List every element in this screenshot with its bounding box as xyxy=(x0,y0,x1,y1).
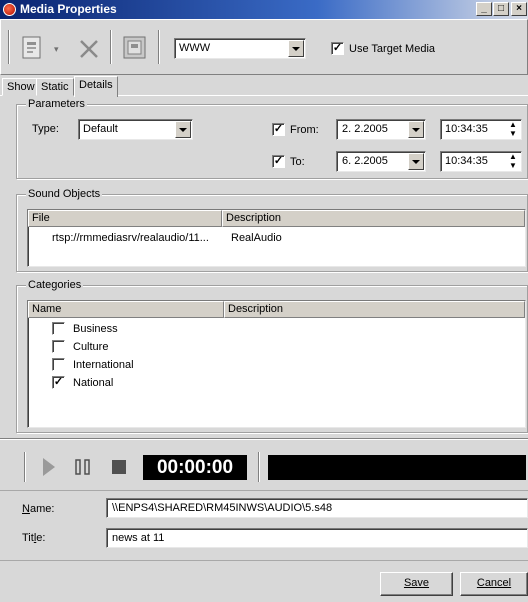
toolbar-separator xyxy=(158,30,160,64)
tab-details[interactable]: Details xyxy=(74,76,118,97)
from-date-dropdown-button[interactable] xyxy=(408,121,424,138)
from-date-picker[interactable]: 2. 2.2005 xyxy=(336,119,426,140)
media-target-combo[interactable]: WWW xyxy=(174,38,306,59)
title-label: Title: xyxy=(22,532,46,544)
national-checkbox[interactable]: ✓ xyxy=(52,376,65,389)
categories-group-label: Categories xyxy=(26,279,84,291)
player-grip xyxy=(24,452,26,482)
new-dropdown-icon[interactable]: ▾ xyxy=(54,44,59,55)
combo-dropdown-button[interactable] xyxy=(288,40,304,57)
sound-file-cell: rtsp://rmmediasrv/realaudio/11... xyxy=(52,232,209,244)
use-target-media-checkbox[interactable]: ✓ xyxy=(331,42,344,55)
culture-checkbox[interactable] xyxy=(52,340,65,353)
business-checkbox[interactable] xyxy=(52,322,65,335)
international-checkbox[interactable] xyxy=(52,358,65,371)
category-name: Business xyxy=(73,323,118,335)
title-field[interactable]: news at 11 xyxy=(106,528,528,548)
player-separator xyxy=(258,452,260,482)
to-label: To: xyxy=(290,156,305,168)
timecode-display: 00:00:00 xyxy=(143,455,247,480)
cancel-label: Cancel xyxy=(476,577,512,589)
toolbar-separator xyxy=(110,30,112,64)
toolbar-grip xyxy=(8,30,10,64)
chevron-down-icon xyxy=(412,127,420,132)
list-item[interactable]: Business xyxy=(52,320,252,337)
delete-icon[interactable] xyxy=(78,38,100,60)
maximize-button[interactable]: □ xyxy=(493,2,509,16)
sound-description-cell: RealAudio xyxy=(231,232,282,244)
chevron-down-icon xyxy=(292,46,300,51)
column-header-file[interactable]: File xyxy=(28,210,222,227)
to-time-spinner[interactable]: 10:34:35 ▲ ▼ xyxy=(440,151,522,172)
from-checkbox[interactable]: ✓ xyxy=(272,123,285,136)
tab-show-label: Show xyxy=(7,81,35,93)
category-name: International xyxy=(73,359,134,371)
play-icon[interactable] xyxy=(40,456,58,478)
parameters-group-label: Parameters xyxy=(26,98,87,110)
to-time-value: 10:34:35 xyxy=(445,155,488,167)
new-document-icon[interactable] xyxy=(20,35,46,61)
category-name: Culture xyxy=(73,341,109,353)
to-checkbox[interactable]: ✓ xyxy=(272,155,285,168)
chevron-down-icon xyxy=(412,159,420,164)
button-divider xyxy=(0,560,528,561)
spin-down-icon[interactable]: ▼ xyxy=(506,129,520,139)
player-divider xyxy=(0,438,528,440)
name-value: \\ENPS4\SHARED\RM45INWS\AUDIO\5.s48 xyxy=(112,502,333,514)
title-value: news at 11 xyxy=(112,532,165,544)
list-item[interactable]: ✓ National xyxy=(52,374,252,391)
name-field[interactable]: \\ENPS4\SHARED\RM45INWS\AUDIO\5.s48 xyxy=(106,498,528,518)
stop-icon[interactable] xyxy=(110,458,128,476)
spin-down-icon[interactable]: ▼ xyxy=(506,161,520,171)
table-row[interactable]: rtsp://rmmediasrv/realaudio/11... RealAu… xyxy=(28,230,525,246)
from-label: From: xyxy=(290,124,319,136)
close-button[interactable]: × xyxy=(511,2,527,16)
to-time-spin-buttons[interactable]: ▲ ▼ xyxy=(506,153,520,170)
list-item[interactable]: International xyxy=(52,356,252,373)
category-name: National xyxy=(73,377,114,389)
save-button[interactable]: Save xyxy=(380,572,453,596)
to-date-value: 6. 2.2005 xyxy=(342,155,388,167)
from-date-value: 2. 2.2005 xyxy=(342,123,388,135)
categories-list[interactable]: Name Description Business Culture Intern… xyxy=(27,300,526,428)
cancel-button[interactable]: Cancel xyxy=(460,572,528,596)
name-label: Name: xyxy=(22,503,55,515)
column-header-name[interactable]: Name xyxy=(28,301,224,318)
tab-show[interactable]: Show xyxy=(2,78,40,96)
list-item[interactable]: Culture xyxy=(52,338,252,355)
column-header-description[interactable]: Description xyxy=(222,210,525,227)
form-divider xyxy=(0,490,528,491)
sound-objects-list[interactable]: File Description rtsp://rmmediasrv/reala… xyxy=(27,209,526,267)
tab-static-label: Static xyxy=(41,81,69,93)
type-label: Type: xyxy=(32,123,59,135)
sound-objects-group-label: Sound Objects xyxy=(26,188,103,200)
window-title: Media Properties xyxy=(20,2,117,16)
tab-static[interactable]: Static xyxy=(36,78,74,96)
properties-icon[interactable] xyxy=(122,35,148,61)
from-time-value: 10:34:35 xyxy=(445,123,488,135)
to-date-dropdown-button[interactable] xyxy=(408,153,424,170)
media-target-value: WWW xyxy=(179,42,211,54)
app-icon xyxy=(3,3,16,16)
use-target-media-label: Use Target Media xyxy=(349,43,436,55)
type-dropdown-button[interactable] xyxy=(175,121,191,138)
column-header-description[interactable]: Description xyxy=(224,301,525,318)
position-track[interactable] xyxy=(268,455,526,480)
to-date-picker[interactable]: 6. 2.2005 xyxy=(336,151,426,172)
tab-details-label: Details xyxy=(79,79,113,91)
type-select[interactable]: Default xyxy=(78,119,193,140)
pause-icon[interactable] xyxy=(74,457,92,477)
from-time-spinner[interactable]: 10:34:35 ▲ ▼ xyxy=(440,119,522,140)
save-label: Save xyxy=(403,577,430,589)
from-time-spin-buttons[interactable]: ▲ ▼ xyxy=(506,121,520,138)
chevron-down-icon xyxy=(179,127,187,132)
minimize-button[interactable]: _ xyxy=(476,2,492,16)
type-value: Default xyxy=(83,123,118,135)
